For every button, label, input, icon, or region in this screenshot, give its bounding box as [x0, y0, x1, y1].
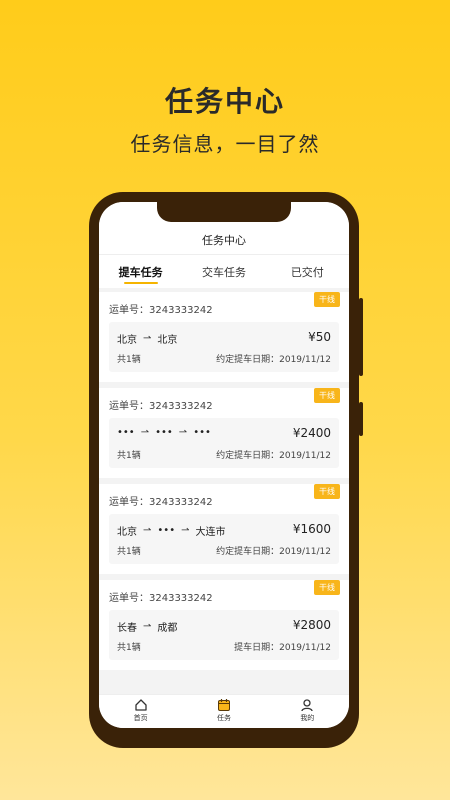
waybill-number: 运单号：3243333242: [109, 593, 213, 604]
waybill-number: 运单号：3243333242: [109, 497, 213, 508]
pickup-date: 约定提车日期：2019/11/12: [216, 451, 331, 461]
route-arrow-icon: ⇀: [143, 621, 152, 632]
route-type-badge: 干线: [314, 292, 340, 307]
order-price: ¥50: [308, 330, 331, 344]
route-stop: •••: [193, 427, 211, 438]
order-price: ¥1600: [292, 522, 331, 536]
vehicle-count: 共1辆: [117, 547, 141, 557]
route: ••• ⇀ ••• ⇀ •••: [117, 427, 211, 438]
nav-profile[interactable]: 我的: [266, 695, 349, 728]
route-stop: 北京: [157, 335, 178, 346]
pickup-date: 提车日期：2019/11/12: [234, 643, 331, 653]
route-arrow-icon: ⇀: [181, 525, 190, 536]
tab-active-indicator: [123, 282, 158, 284]
nav-home-label: 首页: [133, 714, 148, 722]
order-price: ¥2800: [292, 618, 331, 632]
nav-tasks[interactable]: 任务: [182, 695, 265, 728]
order-detail: 北京 ⇀ 北京 ¥50 共1辆 约定提车日期：2019/11/12: [109, 322, 339, 372]
header-title: 任务中心: [202, 234, 246, 247]
route-stop: 长春: [117, 623, 137, 634]
phone-frame: 任务中心 提车任务 交车任务 已交付 干线 运单号：3243333242 北京: [89, 192, 359, 748]
order-card[interactable]: 干线 运单号：3243333242 ••• ⇀ ••• ⇀ ••• ¥2400 …: [99, 388, 349, 478]
tab-pickup-label: 提车任务: [118, 266, 163, 279]
order-card[interactable]: 干线 运单号：3243333242 北京 ⇀ ••• ⇀ 大连市 ¥1600 共…: [99, 484, 349, 574]
route-stop: 大连市: [195, 527, 226, 538]
home-icon: [135, 699, 147, 711]
tab-pickup[interactable]: 提车任务: [99, 255, 182, 288]
route-stop: 北京: [117, 335, 137, 346]
nav-tasks-label: 任务: [216, 714, 231, 722]
bottom-nav: 首页 任务 我的: [99, 694, 349, 728]
tab-delivered-label: 已交付: [290, 266, 324, 279]
vehicle-count: 共1辆: [117, 451, 141, 461]
tab-delivery[interactable]: 交车任务: [182, 255, 265, 288]
order-detail: 北京 ⇀ ••• ⇀ 大连市 ¥1600 共1辆 约定提车日期：2019/11/…: [109, 514, 339, 564]
route-arrow-icon: ⇀: [140, 427, 150, 438]
order-card[interactable]: 干线 运单号：3243333242 长春 ⇀ 成都 ¥2800 共1辆 提车日期…: [99, 580, 349, 670]
promo-subtitle: 任务信息，一目了然: [130, 132, 320, 156]
user-icon: [301, 699, 313, 712]
order-price: ¥2400: [292, 426, 331, 440]
route-arrow-icon: ⇀: [178, 427, 188, 438]
route-type-badge: 干线: [314, 580, 340, 595]
waybill-number: 运单号：3243333242: [109, 305, 213, 316]
route: 北京 ⇀ 北京: [117, 331, 177, 346]
order-list: 干线 运单号：3243333242 北京 ⇀ 北京 ¥50 共1辆 约定提车日期…: [99, 292, 349, 676]
phone-notch: [157, 202, 291, 222]
promo-title: 任务中心: [164, 85, 285, 118]
route-stop: 成都: [157, 623, 178, 634]
route-arrow-icon: ⇀: [143, 333, 152, 344]
route: 北京 ⇀ ••• ⇀ 大连市: [117, 523, 225, 538]
phone-screen: 任务中心 提车任务 交车任务 已交付 干线 运单号：3243333242 北京: [99, 202, 349, 728]
route-stop: •••: [117, 427, 135, 438]
nav-home[interactable]: 首页: [99, 695, 182, 728]
vehicle-count: 共1辆: [117, 643, 141, 653]
pickup-date: 约定提车日期：2019/11/12: [216, 355, 331, 365]
tab-delivery-label: 交车任务: [201, 266, 246, 279]
task-tabs: 提车任务 交车任务 已交付: [99, 254, 349, 288]
route-type-badge: 干线: [314, 484, 340, 499]
phone-side-button: [359, 402, 363, 436]
order-detail: 长春 ⇀ 成都 ¥2800 共1辆 提车日期：2019/11/12: [109, 610, 339, 660]
waybill-number: 运单号：3243333242: [109, 401, 213, 412]
calendar-icon: [217, 699, 230, 711]
order-card[interactable]: 干线 运单号：3243333242 北京 ⇀ 北京 ¥50 共1辆 约定提车日期…: [99, 292, 349, 382]
route-stop: 北京: [117, 527, 137, 538]
route-stop: •••: [157, 525, 176, 536]
route-arrow-icon: ⇀: [143, 525, 152, 536]
nav-profile-label: 我的: [300, 714, 315, 722]
vehicle-count: 共1辆: [117, 355, 141, 365]
tab-delivered[interactable]: 已交付: [266, 255, 349, 288]
route: 长春 ⇀ 成都: [117, 619, 177, 634]
route-stop: •••: [155, 427, 173, 438]
pickup-date: 约定提车日期：2019/11/12: [216, 547, 331, 557]
route-type-badge: 干线: [314, 388, 340, 403]
phone-side-button: [359, 298, 363, 376]
order-detail: ••• ⇀ ••• ⇀ ••• ¥2400 共1辆 约定提车日期：2019/11…: [109, 418, 339, 468]
